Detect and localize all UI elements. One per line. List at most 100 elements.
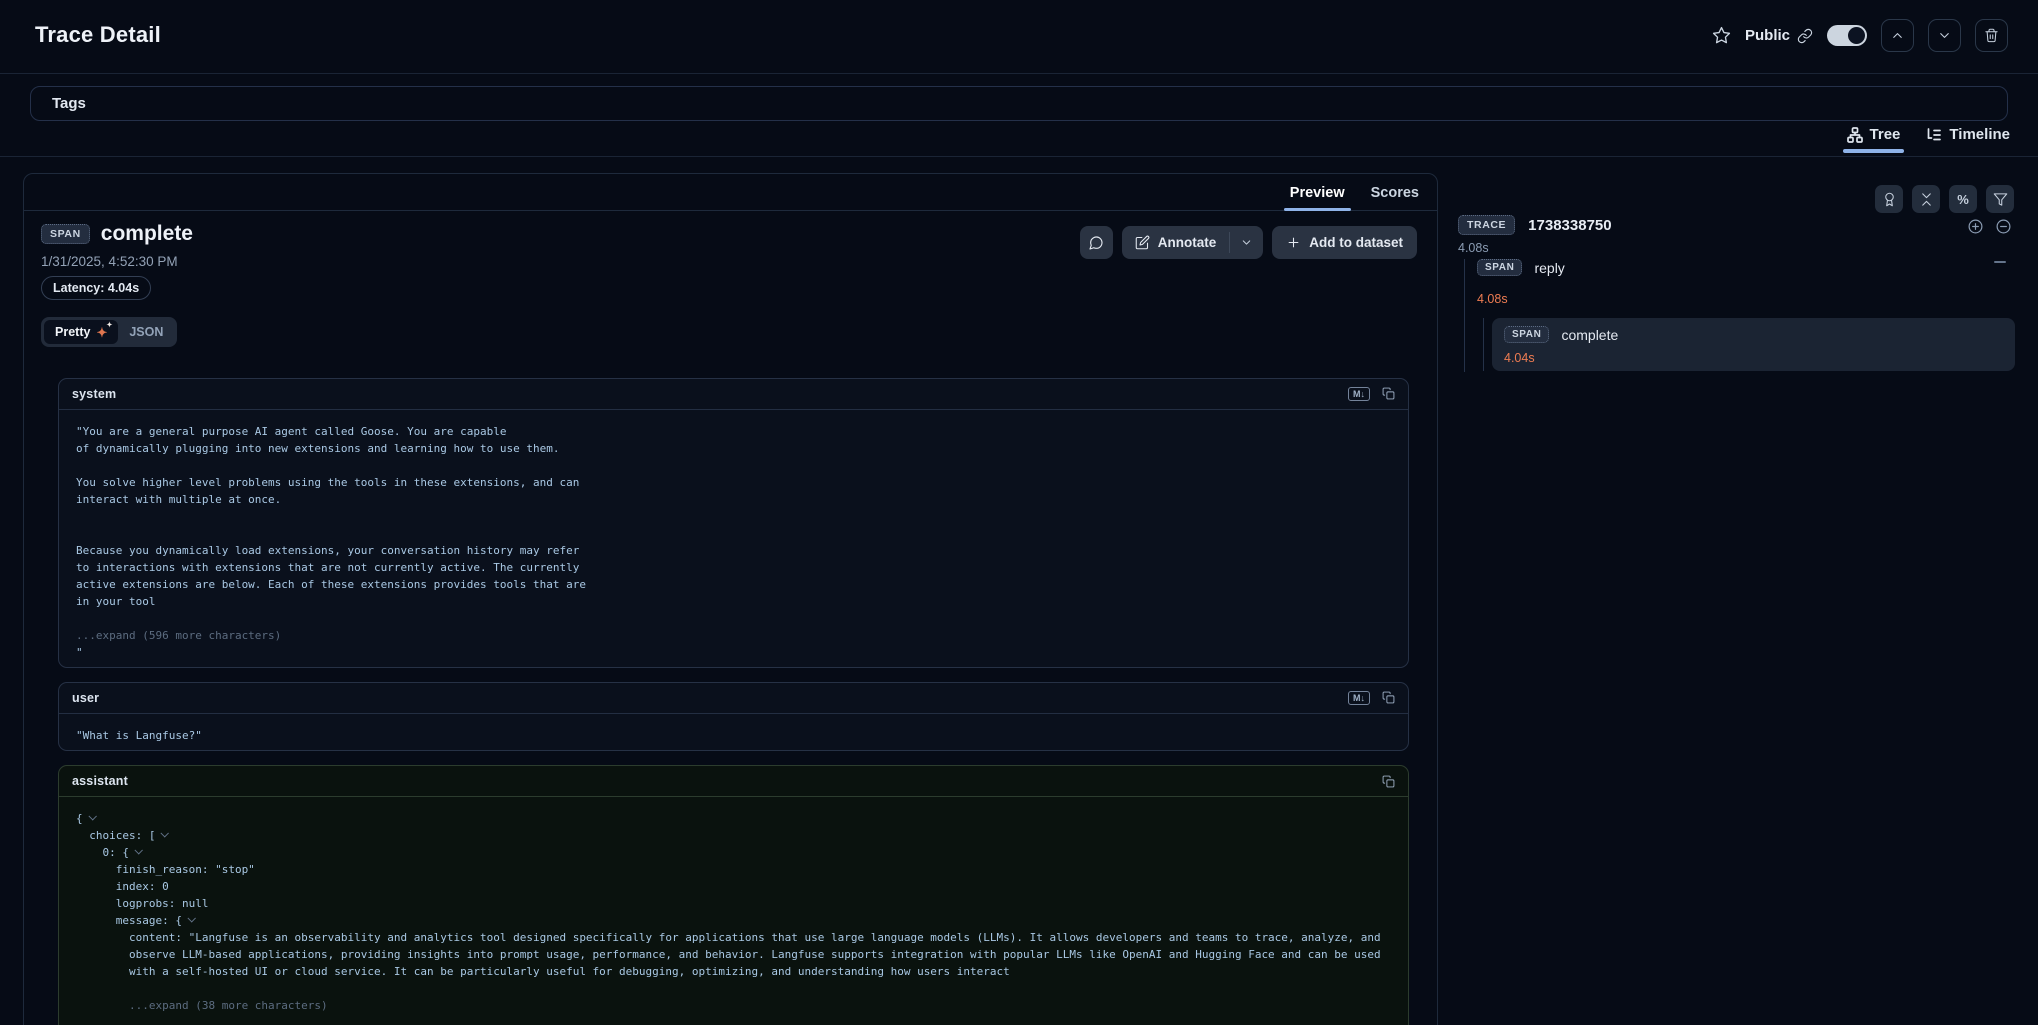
tab-preview[interactable]: Preview xyxy=(1290,185,1345,210)
tree-icon xyxy=(1847,127,1863,143)
code-line: 0: { xyxy=(76,844,1391,861)
tab-scores[interactable]: Scores xyxy=(1371,185,1419,210)
message-role-label: system xyxy=(72,387,116,401)
annotate-dropdown-button[interactable] xyxy=(1230,226,1263,259)
markdown-toggle-icon[interactable]: M↓ xyxy=(1348,691,1370,706)
toggle-knob xyxy=(1848,27,1865,44)
format-pretty-label: Pretty xyxy=(55,325,90,339)
zoom-out-icon[interactable] xyxy=(1995,218,2012,235)
filter-icon xyxy=(1993,192,2008,207)
expand-link[interactable]: ...expand (38 more characters) xyxy=(76,997,1391,1014)
percent-metrics-button[interactable]: % xyxy=(1949,185,1977,213)
annotate-button[interactable]: Annotate xyxy=(1122,226,1230,259)
code-line: observe LLM-based applications, providin… xyxy=(76,946,1391,963)
observation-preview-panel: Preview Scores SPAN complete 1/31/2025, … xyxy=(23,173,1438,1025)
code-line: index: 0 xyxy=(76,878,1391,895)
span-actions: Annotate Add to dataset xyxy=(1080,226,1417,259)
code-line: Because you dynamically load extensions,… xyxy=(76,542,1391,559)
code-line xyxy=(76,610,1391,627)
tags-box[interactable]: Tags xyxy=(30,86,2008,121)
span-timestamp: 1/31/2025, 4:52:30 PM xyxy=(41,254,178,269)
prev-observation-button[interactable] xyxy=(1881,19,1914,52)
format-json-label: JSON xyxy=(129,325,163,339)
add-to-dataset-label: Add to dataset xyxy=(1309,235,1403,250)
latency-badge: Latency: 4.04s xyxy=(41,276,151,300)
span-type-badge: SPAN xyxy=(1504,326,1549,343)
public-label: Public xyxy=(1745,27,1790,44)
tree-indent-guide xyxy=(1464,259,1465,372)
tab-timeline-label: Timeline xyxy=(1949,126,2010,143)
span-type-badge: SPAN xyxy=(1477,259,1522,276)
copy-icon[interactable] xyxy=(1382,691,1395,704)
collapse-chevron-icon[interactable] xyxy=(83,812,95,825)
next-observation-button[interactable] xyxy=(1928,19,1961,52)
code-line xyxy=(76,508,1391,525)
trace-tree-panel: % TRACE 1738338750 4.08s SPAN rep xyxy=(1447,157,2038,1025)
code-line: of dynamically plugging into new extensi… xyxy=(76,440,1391,457)
code-line: { xyxy=(76,810,1391,827)
assistant-message-box: assistant { choices: [ 0: { finish_reaso… xyxy=(58,765,1409,1025)
format-pretty-option[interactable]: Pretty ✦✦ xyxy=(44,320,118,344)
tree-node-complete-row: SPAN complete xyxy=(1504,326,1618,343)
message-header-icons: M↓ xyxy=(1348,691,1395,706)
code-line: in your tool xyxy=(76,593,1391,610)
copy-icon[interactable] xyxy=(1382,775,1395,788)
add-to-dataset-button[interactable]: Add to dataset xyxy=(1272,226,1417,259)
annotate-split-button: Annotate xyxy=(1122,226,1264,259)
public-share: Public xyxy=(1745,27,1813,44)
tab-tree-label: Tree xyxy=(1870,126,1901,143)
copy-icon[interactable] xyxy=(1382,387,1395,400)
panel-tabbar: Preview Scores xyxy=(24,174,1437,211)
tree-node-complete-selected[interactable]: SPAN complete 4.04s xyxy=(1492,318,2015,371)
collapse-icon xyxy=(1919,192,1934,207)
assistant-message-content: { choices: [ 0: { finish_reason: "stop" … xyxy=(59,797,1408,1025)
user-message-content: "What is Langfuse?" xyxy=(59,714,1408,751)
page-title: Trace Detail xyxy=(35,22,161,48)
collapse-node-icon[interactable] xyxy=(1994,261,2006,263)
sparkles-icon: ✦✦ xyxy=(96,326,107,339)
tab-preview-label: Preview xyxy=(1290,185,1345,201)
system-message-header: system M↓ xyxy=(59,379,1408,410)
code-line: choices: [ xyxy=(76,827,1391,844)
tree-node-reply[interactable]: SPAN reply xyxy=(1477,259,1565,276)
link-icon[interactable] xyxy=(1797,28,1813,44)
tree-indent-guide xyxy=(1483,318,1484,371)
code-line: " xyxy=(76,644,1391,661)
system-message-content: "You are a general purpose AI agent call… xyxy=(59,410,1408,668)
tab-tree[interactable]: Tree xyxy=(1847,126,1901,153)
award-icon xyxy=(1882,192,1897,207)
collapse-chevron-icon[interactable] xyxy=(129,846,141,859)
complete-duration: 4.04s xyxy=(1504,351,1535,365)
collapse-chevron-icon[interactable] xyxy=(155,829,167,842)
tab-scores-label: Scores xyxy=(1371,185,1419,201)
zoom-in-icon[interactable] xyxy=(1967,218,1984,235)
collapse-chevron-icon[interactable] xyxy=(182,914,194,927)
code-line: content: "Langfuse is an observability a… xyxy=(76,929,1391,946)
filter-button[interactable] xyxy=(1986,185,2014,213)
collapse-all-button[interactable] xyxy=(1912,185,1940,213)
scores-toggle-button[interactable] xyxy=(1875,185,1903,213)
expand-link[interactable]: ...expand (596 more characters) xyxy=(76,627,1391,644)
tree-node-trace[interactable]: TRACE 1738338750 xyxy=(1458,215,1612,235)
tags-label: Tags xyxy=(52,95,86,112)
header-actions: Public xyxy=(1712,19,2008,52)
code-line: "What is Langfuse?" xyxy=(76,727,1391,744)
code-line: active extensions are below. Each of the… xyxy=(76,576,1391,593)
public-toggle[interactable] xyxy=(1827,25,1867,46)
code-line: "You are a general purpose AI agent call… xyxy=(76,423,1391,440)
assistant-message-header: assistant xyxy=(59,766,1408,797)
code-line: to interactions with extensions that are… xyxy=(76,559,1391,576)
code-line xyxy=(76,980,1391,997)
markdown-toggle-icon[interactable]: M↓ xyxy=(1348,387,1370,402)
delete-trace-button[interactable] xyxy=(1975,19,2008,52)
code-line: with a self-hosted UI or cloud service. … xyxy=(76,963,1391,980)
star-icon[interactable] xyxy=(1712,26,1731,45)
trace-type-badge: TRACE xyxy=(1458,215,1515,235)
reply-duration: 4.08s xyxy=(1477,292,1508,306)
format-json-option[interactable]: JSON xyxy=(118,320,174,344)
comment-button[interactable] xyxy=(1080,226,1113,259)
message-list: system M↓ "You are a general purpose AI … xyxy=(58,378,1409,1025)
tab-timeline[interactable]: Timeline xyxy=(1926,126,2010,153)
code-line xyxy=(76,457,1391,474)
active-tab-underline xyxy=(1843,149,1905,153)
